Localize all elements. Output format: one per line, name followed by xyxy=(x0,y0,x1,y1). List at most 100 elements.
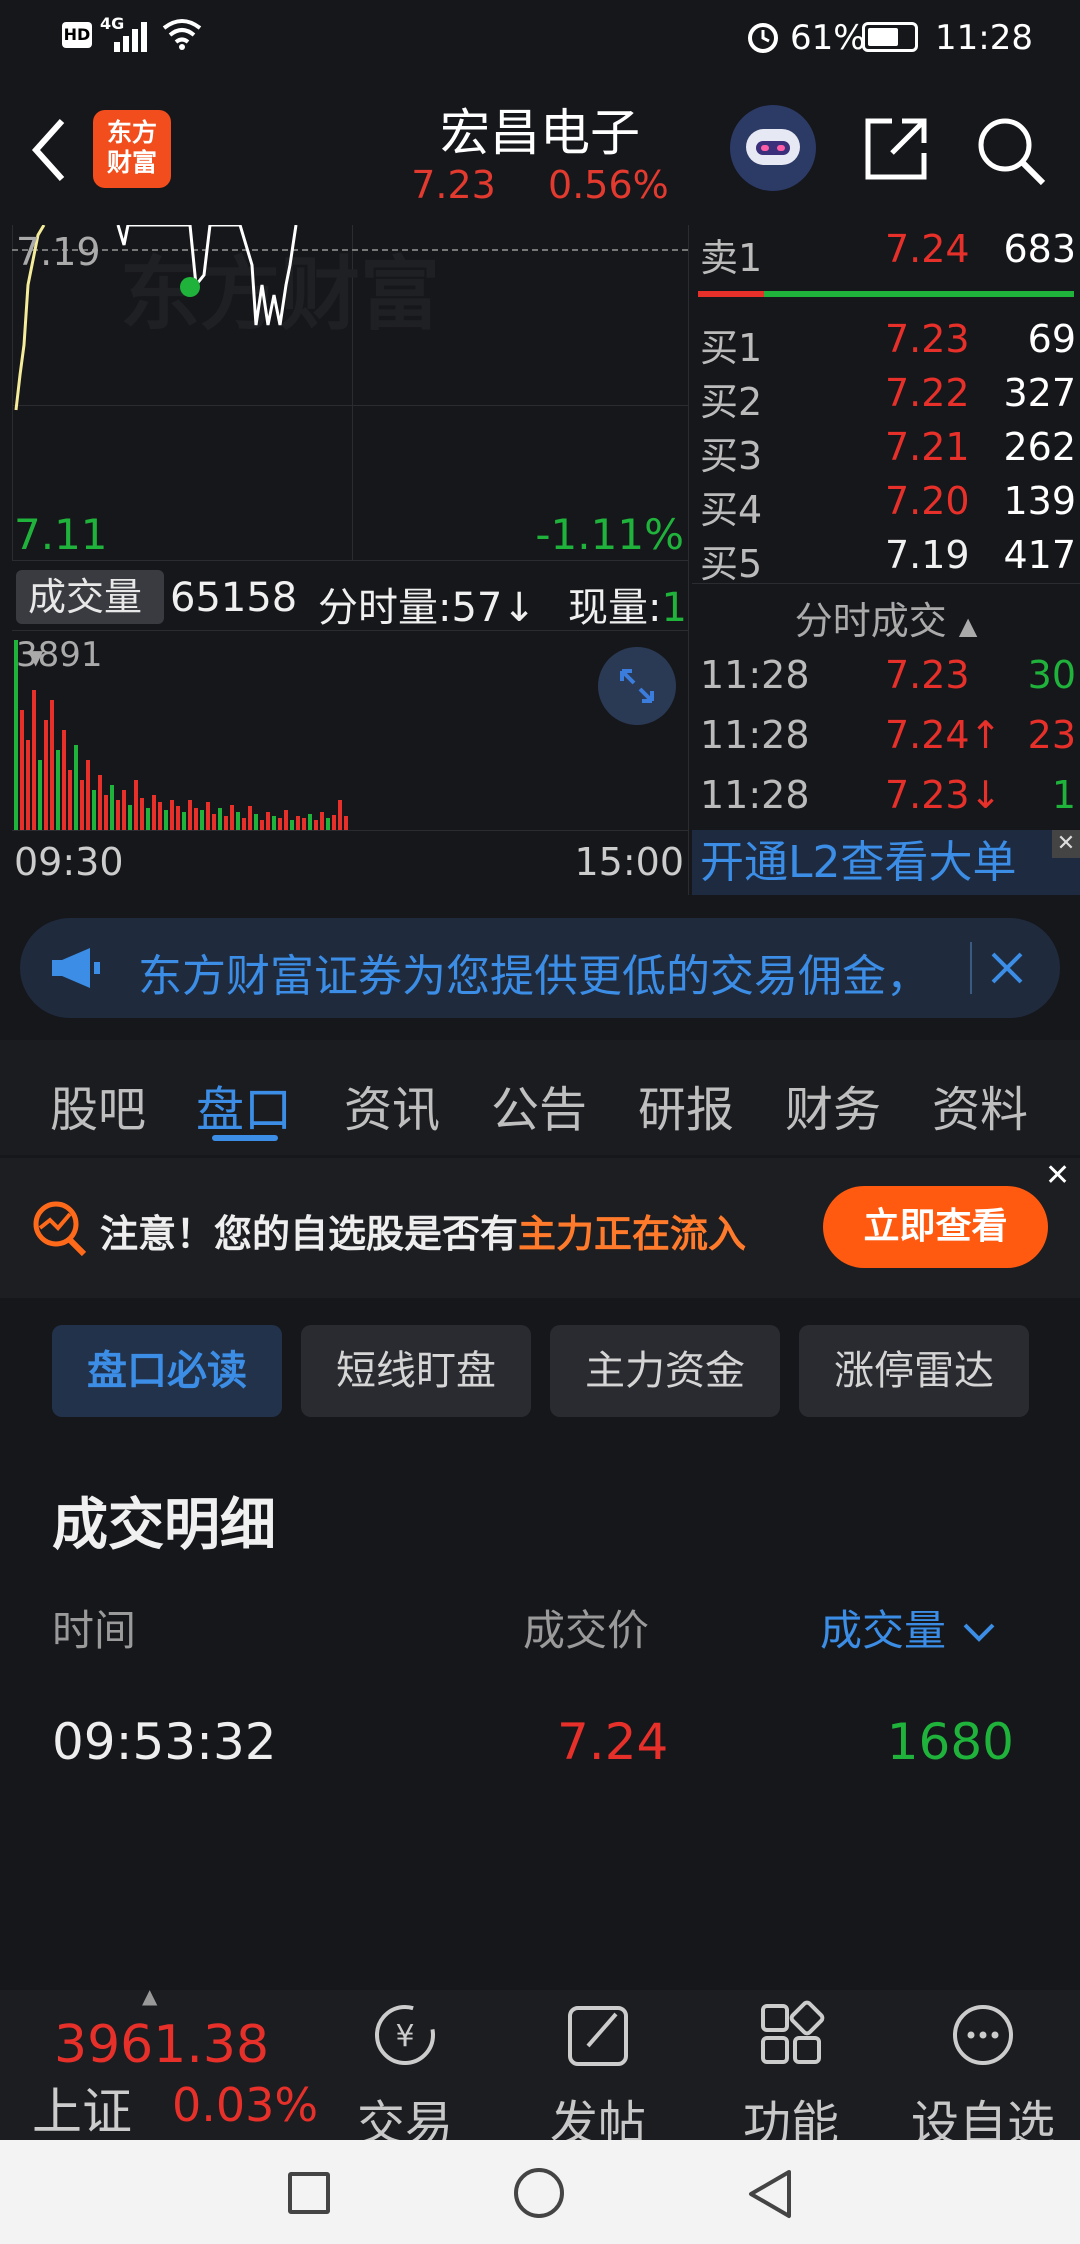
bottom-toolbar: ▲ 3961.38 上证 0.03% ¥ 交易 发帖 功能 设自选 xyxy=(0,1984,1080,2152)
trade-price: 7.24 xyxy=(557,1713,669,1771)
tab-news[interactable]: 资讯 xyxy=(344,1070,440,1140)
battery-icon xyxy=(862,22,918,52)
tick-time: 11:28 xyxy=(700,653,810,697)
notice-prefix: 注意！您的自选股是否有 xyxy=(100,1212,519,1256)
tab-profile[interactable]: 资料 xyxy=(932,1070,1028,1140)
capital-flow-notice[interactable]: 注意！您的自选股是否有主力正在流入 立即查看 ✕ xyxy=(0,1158,1080,1298)
banner-text: 东方财富证券为您提供更低的交易佣金， xyxy=(138,951,930,1002)
tab-research[interactable]: 研报 xyxy=(638,1070,734,1140)
index-ticker[interactable]: ▲ 3961.38 上证 0.03% xyxy=(30,1984,330,2141)
back-nav-icon[interactable] xyxy=(745,2168,795,2224)
col-volume-label: 成交量 xyxy=(820,1606,947,1655)
col-time: 时间 xyxy=(52,1606,137,1655)
trade-detail-title: 成交明细 xyxy=(52,1493,276,1558)
l2-upgrade-link[interactable]: 开通L2查看大单 xyxy=(692,830,1080,895)
tab-pankou[interactable]: 盘口 xyxy=(196,1070,292,1140)
tick-price: 7.24↑ xyxy=(885,713,1002,757)
notice-text: 注意！您的自选股是否有主力正在流入 xyxy=(100,1203,746,1258)
home-icon[interactable] xyxy=(514,2168,564,2218)
close-notice-icon[interactable]: ✕ xyxy=(1045,1158,1070,1193)
tick-time: 11:28 xyxy=(700,713,810,757)
order-book[interactable]: 卖1 7.24 683 买1 7.23 69 买2 7.22 327 买3 7.… xyxy=(692,225,1080,895)
buy-price: 7.22 xyxy=(885,371,970,415)
hd-icon: HD xyxy=(62,22,92,48)
nav-trade[interactable]: ¥ 交易 xyxy=(320,2000,490,2154)
stock-change-pct: 0.56% xyxy=(548,163,669,207)
nav-post[interactable]: 发帖 xyxy=(513,2000,683,2154)
recents-icon[interactable] xyxy=(288,2172,330,2214)
app-root: HD 4G 61% 11:28 东方 财富 宏昌电子 7.23 0.56% 东方… xyxy=(0,0,1080,2244)
index-value: 3961.38 xyxy=(54,2015,270,2075)
nav-set-watchlist[interactable]: 设自选 xyxy=(898,2000,1068,2154)
share-icon[interactable] xyxy=(862,115,930,187)
tab-finance[interactable]: 财务 xyxy=(785,1070,881,1140)
chip-must-read[interactable]: 盘口必读 xyxy=(52,1325,282,1417)
tick-volume: 1 xyxy=(1051,773,1076,817)
pct-low-label: -1.11% xyxy=(535,510,684,559)
caret-up-icon: ▲ xyxy=(958,612,978,640)
tab-announcements[interactable]: 公告 xyxy=(491,1070,587,1140)
active-tab-indicator xyxy=(212,1135,278,1141)
close-banner-icon[interactable] xyxy=(975,936,1039,1004)
trend-alert-icon xyxy=(30,1198,90,1262)
buy-volume: 69 xyxy=(1027,317,1076,361)
buy-row: 买3 7.21 262 xyxy=(700,425,1076,479)
sell-price: 7.24 xyxy=(885,227,970,271)
status-bar: HD 4G 61% 11:28 xyxy=(0,0,1080,75)
tick-row: 11:28 7.24↑ 23 xyxy=(700,713,1076,767)
buy-sell-ratio-bar xyxy=(698,291,1074,297)
stock-header: 东方 财富 宏昌电子 7.23 0.56% xyxy=(0,75,1080,225)
chip-short-term[interactable]: 短线盯盘 xyxy=(301,1325,531,1417)
notice-highlight: 主力正在流入 xyxy=(518,1212,747,1256)
sell-row: 卖1 7.24 683 xyxy=(700,227,1076,281)
promo-banner[interactable]: 东方财富证券为您提供更低的交易佣金， xyxy=(20,918,1060,1018)
volume-bars xyxy=(14,640,348,830)
buy-label: 买4 xyxy=(700,488,763,532)
buy-price: 7.23 xyxy=(885,317,970,361)
svg-text:¥: ¥ xyxy=(395,2019,414,2054)
buy-volume: 327 xyxy=(1003,371,1076,415)
trade-time: 09:53:32 xyxy=(52,1713,277,1771)
buy-price: 7.19 xyxy=(885,533,970,577)
volume-label: 成交量 xyxy=(28,575,143,619)
battery-percent: 61% xyxy=(790,18,866,58)
tick-volume: 30 xyxy=(1027,653,1076,697)
chip-limit-up-radar[interactable]: 涨停雷达 xyxy=(799,1325,1029,1417)
signal-icon: 4G xyxy=(100,14,155,52)
robot-assistant-icon[interactable] xyxy=(730,105,816,191)
tick-volume: 23 xyxy=(1027,713,1076,757)
close-l2-icon[interactable]: ✕ xyxy=(1052,830,1080,858)
tick-price: 7.23 xyxy=(885,653,970,697)
sell-label: 卖1 xyxy=(700,236,763,280)
intraday-chart[interactable]: 东方财富 7.19 7.11 -1.11% 成交量 ▼ 65158 分时量:57… xyxy=(0,225,690,895)
alarm-icon xyxy=(745,18,781,63)
buy-label: 买1 xyxy=(700,326,763,370)
search-icon[interactable] xyxy=(975,115,1047,191)
pankou-subtabs: 盘口必读 短线盯盘 主力资金 涨停雷达 xyxy=(0,1325,1080,1420)
view-now-button[interactable]: 立即查看 xyxy=(823,1186,1048,1268)
chip-main-capital[interactable]: 主力资金 xyxy=(550,1325,780,1417)
grid-icon xyxy=(761,2000,825,2064)
tab-guba[interactable]: 股吧 xyxy=(50,1070,146,1140)
buy-price: 7.21 xyxy=(885,425,970,469)
nav-functions[interactable]: 功能 xyxy=(706,2000,876,2154)
ticks-header[interactable]: 分时成交 ▲ xyxy=(692,590,1080,645)
chevron-down-icon xyxy=(959,1606,999,1655)
trade-icon: ¥ xyxy=(375,2005,435,2065)
buy-price: 7.20 xyxy=(885,479,970,523)
section-tabs: 股吧 盘口 资讯 公告 研报 财务 资料 xyxy=(0,1040,1080,1155)
buy-label: 买2 xyxy=(700,380,763,424)
volume-selector[interactable]: 成交量 ▼ xyxy=(16,570,164,669)
now-volume-value: 1 xyxy=(661,585,687,631)
tick-row: 11:28 7.23↓ 1 xyxy=(700,773,1076,827)
sell-volume: 683 xyxy=(1003,227,1076,271)
view-now-label: 立即查看 xyxy=(863,1206,1008,1247)
expand-chart-button[interactable] xyxy=(598,647,676,725)
tick-volume: 分时量:57↓ xyxy=(318,585,536,631)
caret-up-icon: ▲ xyxy=(142,1984,158,2008)
tick-price: 7.23↓ xyxy=(885,773,1002,817)
wifi-icon xyxy=(162,16,202,61)
col-volume-sort[interactable]: 成交量 xyxy=(820,1597,999,1658)
more-icon xyxy=(953,2005,1013,2065)
time-start-label: 09:30 xyxy=(14,840,124,884)
